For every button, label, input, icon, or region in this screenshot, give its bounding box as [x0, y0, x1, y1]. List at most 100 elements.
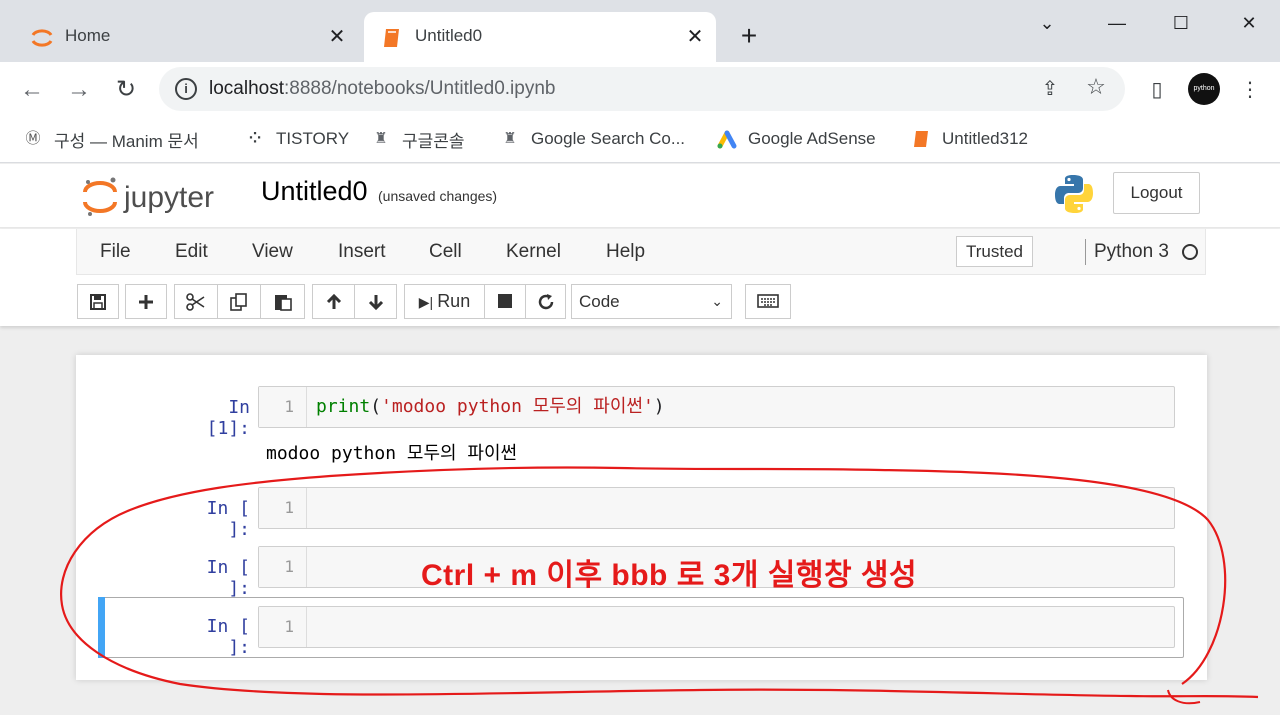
menu-edit[interactable]: Edit [175, 241, 208, 263]
star-icon[interactable]: ☆ [1083, 74, 1109, 100]
back-arrow-icon[interactable]: ← [16, 74, 48, 106]
cell-type-select[interactable]: Code ⌄ [571, 284, 732, 319]
run-label: Run [437, 291, 471, 311]
tistory-icon: ⁘ [248, 130, 262, 147]
cell-prompt: In [1]: [206, 397, 250, 439]
paste-button[interactable] [260, 284, 305, 319]
copy-button[interactable] [217, 284, 261, 319]
line-number: 1 [259, 607, 307, 647]
restart-button[interactable] [525, 284, 566, 319]
address-bar[interactable]: i localhost:8888/notebooks/Untitled0.ipy… [159, 67, 1125, 111]
cell-type-value: Code [579, 292, 620, 311]
notebook-icon [384, 29, 399, 47]
browser-tab-strip: Home ✕ Untitled0 ✕ + ⌄ — ☐ ✕ [0, 0, 1280, 62]
notebook-icon [914, 131, 928, 147]
close-icon[interactable]: ✕ [682, 24, 708, 50]
tab-title: Home [65, 26, 111, 45]
bookmark-console[interactable]: ♜ 구글콘솔 [370, 126, 464, 152]
side-panel-icon[interactable]: ▯ [1143, 76, 1171, 104]
selected-cell-indicator [98, 597, 105, 658]
window-close-icon[interactable]: ✕ [1234, 8, 1264, 38]
console-icon: ♜ [374, 130, 388, 147]
tab-home[interactable]: Home ✕ [14, 12, 358, 62]
kernel-name[interactable]: Python 3 [1094, 241, 1169, 263]
code-cell-input[interactable]: 1 print('modoo python 모두의 파이썬') [258, 386, 1175, 428]
manim-icon: Ⓜ [25, 130, 41, 147]
menu-view[interactable]: View [252, 241, 293, 263]
maximize-icon[interactable]: ☐ [1166, 8, 1196, 38]
bookmarks-bar: Ⓜ 구성 — Manim 문서 ⁘ TISTORY ♜ 구글콘솔 ♜ Google Se… [0, 118, 1280, 163]
url-text[interactable]: localhost:8888/notebooks/Untitled0.ipynb [209, 78, 555, 100]
annotation-text: Ctrl + m 이후 bbb 로 3개 실행창 생성 [421, 559, 918, 592]
adsense-icon [717, 130, 737, 149]
more-vert-icon[interactable]: ⋮ [1236, 76, 1264, 104]
cut-button[interactable] [174, 284, 218, 319]
scissors-icon [186, 293, 205, 311]
arrow-up-icon [326, 293, 341, 309]
refresh-icon [538, 294, 553, 310]
python-logo-icon [1055, 175, 1093, 213]
search-console-icon: ♜ [503, 130, 517, 147]
line-number: 1 [259, 387, 307, 427]
tab-title: Untitled0 [415, 26, 483, 45]
menu-file[interactable]: File [100, 241, 131, 263]
cell-prompt: In [ ]: [206, 616, 250, 658]
menu-insert[interactable]: Insert [338, 241, 386, 263]
jupyter-logo[interactable]: jupyter [82, 172, 242, 220]
menu-help[interactable]: Help [606, 241, 645, 263]
bookmark-search-console[interactable]: ♜ Google Search Co... [499, 126, 685, 152]
cell-output: modoo python 모두의 파이썬 [266, 443, 518, 464]
notebook-name[interactable]: Untitled0 [261, 176, 368, 207]
arrow-down-icon [368, 295, 383, 311]
code-text[interactable]: print('modoo python 모두의 파이썬') [316, 387, 665, 427]
insert-cell-button[interactable] [125, 284, 167, 319]
run-button[interactable]: ▶︎| Run [404, 284, 485, 319]
copy-icon [230, 293, 247, 311]
menu-cell[interactable]: Cell [429, 241, 462, 263]
menubar: File Edit View Insert Cell Kernel Help T… [76, 229, 1206, 275]
line-number: 1 [259, 547, 307, 587]
bookmark-adsense[interactable]: Google AdSense [716, 126, 876, 152]
jupyter-header: jupyter Untitled0 (unsaved changes) Logo… [0, 164, 1280, 228]
save-button[interactable] [77, 284, 119, 319]
new-tab-button[interactable]: + [734, 22, 764, 52]
move-up-button[interactable] [312, 284, 355, 319]
svg-text:jupyter: jupyter [123, 181, 214, 214]
cell-prompt: In [ ]: [206, 498, 250, 540]
avatar[interactable]: python [1188, 73, 1220, 105]
code-cell-input[interactable]: 1 [258, 606, 1175, 648]
step-forward-icon: ▶︎| [418, 294, 434, 310]
plus-icon [139, 295, 153, 309]
info-icon[interactable]: i [175, 78, 197, 100]
code-cell-input[interactable]: 1 [258, 487, 1175, 529]
line-number: 1 [259, 488, 307, 528]
jupyter-icon [31, 29, 53, 47]
paste-icon [274, 295, 292, 311]
unsaved-indicator: (unsaved changes) [378, 188, 498, 204]
save-icon [90, 294, 106, 310]
forward-arrow-icon[interactable]: → [63, 74, 95, 106]
bookmark-tistory[interactable]: ⁘ TISTORY [244, 126, 349, 152]
move-down-button[interactable] [354, 284, 397, 319]
keyboard-icon [757, 294, 779, 308]
browser-toolbar: ← → ↻ i localhost:8888/notebooks/Untitle… [0, 62, 1280, 118]
close-icon[interactable]: ✕ [324, 24, 350, 50]
logout-button[interactable]: Logout [1113, 172, 1200, 214]
interrupt-button[interactable] [484, 284, 526, 319]
divider [1085, 239, 1086, 265]
cell-prompt: In [ ]: [206, 557, 250, 599]
command-palette-button[interactable] [745, 284, 791, 319]
jupyter-menubar-container: File Edit View Insert Cell Kernel Help T… [0, 229, 1280, 326]
tab-untitled0[interactable]: Untitled0 ✕ [364, 12, 716, 62]
kernel-status-icon [1182, 244, 1198, 260]
stop-icon [498, 294, 512, 308]
notebook-container: In [1]: 1 print('modoo python 모두의 파이썬') … [76, 355, 1207, 680]
share-icon[interactable]: ⇪ [1037, 76, 1063, 102]
trusted-badge[interactable]: Trusted [956, 236, 1033, 267]
reload-icon[interactable]: ↻ [110, 74, 142, 106]
menu-kernel[interactable]: Kernel [506, 241, 561, 263]
minimize-icon[interactable]: — [1102, 8, 1132, 38]
bookmark-untitled312[interactable]: Untitled312 [910, 126, 1028, 152]
chevron-down-icon[interactable]: ⌄ [1032, 8, 1062, 38]
bookmark-manim[interactable]: Ⓜ 구성 — Manim 문서 [22, 126, 198, 152]
